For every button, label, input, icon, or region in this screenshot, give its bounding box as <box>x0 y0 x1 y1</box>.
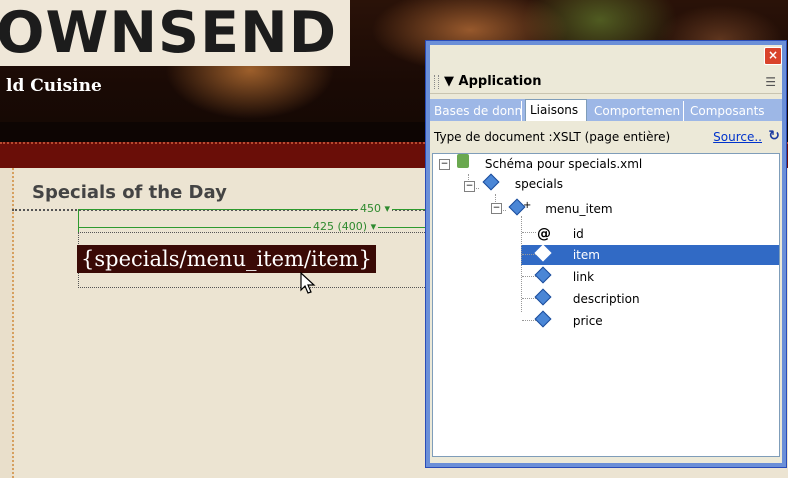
ruler-tick <box>78 210 79 232</box>
collapse-toggle-specials[interactable]: − <box>464 181 475 192</box>
application-panel: × ▼ Application ☰ Bases de donn Liaisons… <box>425 40 787 468</box>
tree-node-description[interactable]: description <box>534 288 640 309</box>
logo-box: OWNSEND <box>0 0 350 66</box>
refresh-icon[interactable]: ↻ <box>768 128 780 144</box>
tree-node-price[interactable]: price <box>534 310 603 331</box>
document-type-row: Type de document :XSLT (page entière) So… <box>430 127 782 149</box>
tree-guide <box>522 232 536 233</box>
collapse-toggle-menu-item[interactable]: − <box>491 203 502 214</box>
element-icon <box>534 288 552 306</box>
tree-node-root[interactable]: Schéma pour specials.xml <box>457 154 642 174</box>
document-type-label: Type de document :XSLT (page entière) <box>434 130 671 144</box>
schema-tree: − Schéma pour specials.xml − specials − … <box>432 153 780 457</box>
element-icon <box>482 173 500 191</box>
left-column <box>0 168 14 478</box>
tree-node-label: menu_item <box>545 202 613 216</box>
tree-node-label: price <box>572 314 603 328</box>
element-icon <box>534 266 552 284</box>
element-icon <box>534 310 552 328</box>
drag-grip-icon[interactable] <box>434 75 439 89</box>
attribute-icon: @ <box>537 226 551 242</box>
tree-node-link[interactable]: link <box>534 266 595 287</box>
section-title[interactable]: Specials of the Day <box>32 182 227 203</box>
tree-guide <box>522 276 536 277</box>
tree-node-item[interactable]: item <box>534 244 600 265</box>
tree-node-label: id <box>572 227 584 241</box>
tab-bases-de-donnees[interactable]: Bases de donn <box>430 101 522 121</box>
column-width-ruler <box>78 227 432 228</box>
tab-composants[interactable]: Composants <box>686 101 780 121</box>
tagline: ld Cuisine <box>6 76 102 96</box>
source-link[interactable]: Source.. <box>713 130 762 144</box>
tree-node-label: specials <box>514 177 563 191</box>
tree-node-label: link <box>572 270 595 284</box>
tree-node-menu-item[interactable]: + menu_item <box>508 196 613 216</box>
tree-node-id[interactable]: @ id <box>537 224 584 244</box>
xslt-dynamic-text[interactable]: {specials/menu_item/item} <box>77 245 376 273</box>
tree-node-label: Schéma pour specials.xml <box>484 157 643 171</box>
schema-icon <box>457 154 469 168</box>
panel-header[interactable]: ▼ Application ☰ <box>430 71 782 94</box>
element-icon <box>534 244 552 262</box>
tree-node-label: item <box>572 248 600 262</box>
panel-options-icon[interactable]: ☰ <box>765 75 776 89</box>
tree-guide <box>522 320 536 321</box>
mouse-pointer-icon <box>300 272 316 294</box>
tree-node-label: description <box>572 292 640 306</box>
tree-guide <box>522 298 536 299</box>
tree-node-specials[interactable]: specials <box>482 173 563 194</box>
logo-text: OWNSEND <box>0 0 338 66</box>
panel-tabs: Bases de donn Liaisons Comportemen Compo… <box>430 99 782 121</box>
tab-liaisons[interactable]: Liaisons <box>525 99 587 121</box>
collapse-toggle-root[interactable]: − <box>439 159 450 170</box>
tab-comportements[interactable]: Comportemen <box>590 101 684 121</box>
close-button[interactable]: × <box>764 47 782 65</box>
tree-guide <box>522 254 536 255</box>
panel-title[interactable]: ▼ Application <box>444 74 541 89</box>
table-width-label[interactable]: 450 ▾ <box>358 202 393 215</box>
